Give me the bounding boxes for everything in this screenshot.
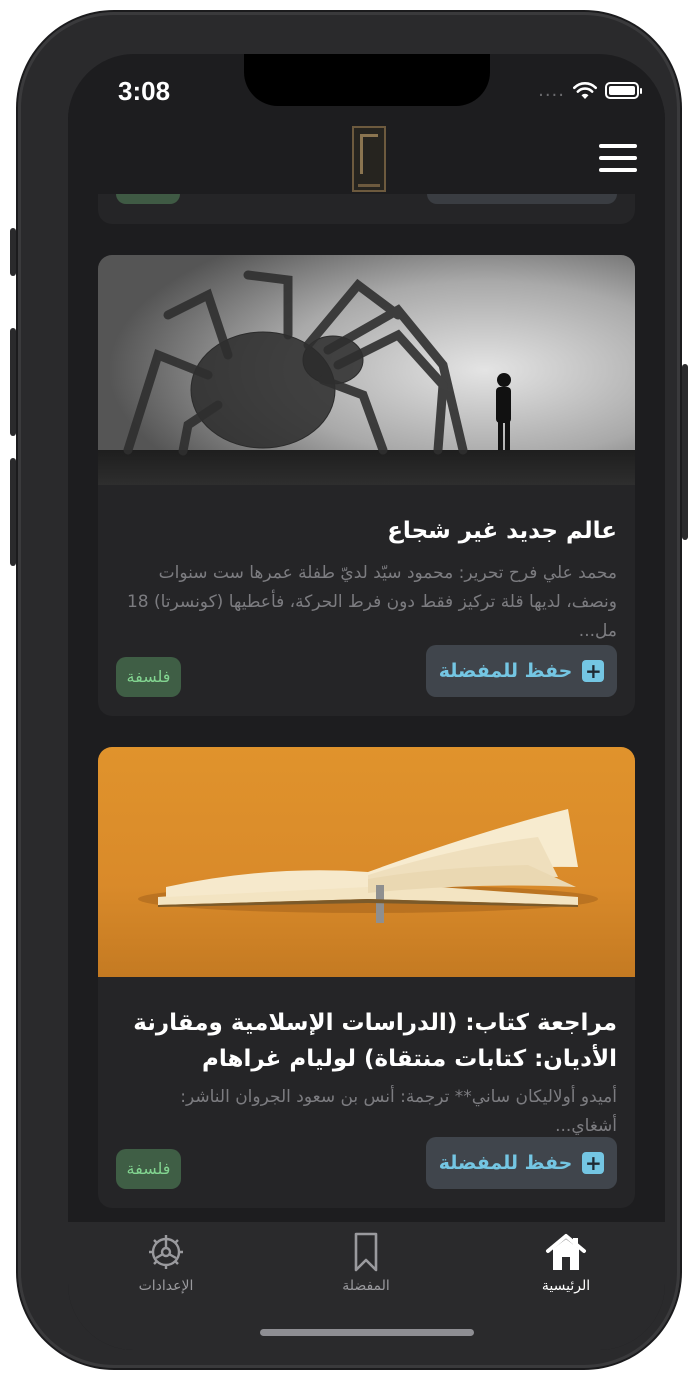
- article-excerpt: أميدو أولاليكان ساني** ترجمة: أنس بن سعو…: [180, 1087, 617, 1136]
- hamburger-menu-icon[interactable]: [599, 144, 637, 172]
- phone-frame: 3:08 .... عالم جديد غير شجاع محمد علي فر…: [10, 12, 688, 1368]
- article-card[interactable]: مراجعة كتاب: (الدراسات الإسلامية ومقارنة…: [98, 747, 635, 1208]
- save-favorite-label: حفظ للمفضلة: [438, 660, 573, 682]
- bookmark-icon: [354, 1232, 378, 1272]
- wifi-icon: [573, 81, 597, 99]
- notch: [244, 54, 490, 106]
- tab-settings-label: الإعدادات: [138, 1278, 194, 1294]
- save-favorite-button[interactable]: + حفظ للمفضلة: [426, 1137, 617, 1189]
- save-favorite-label: حفظ للمفضلة: [438, 1152, 573, 1174]
- article-image[interactable]: [98, 255, 635, 485]
- status-time: 3:08: [118, 76, 171, 106]
- plus-icon: +: [582, 660, 605, 682]
- power-button: [682, 364, 688, 540]
- tab-home-label: الرئيسية: [541, 1278, 591, 1294]
- article-feed[interactable]: عالم جديد غير شجاع محمد علي فرح تحرير: م…: [68, 194, 665, 1224]
- cellular-signal-icon: ....: [538, 80, 565, 101]
- status-icons: ....: [538, 80, 642, 101]
- volume-down-button: [10, 458, 16, 566]
- gear-icon: [149, 1235, 183, 1269]
- article-excerpt: محمد علي فرح تحرير: محمود سيّد لديّ طفلة…: [126, 563, 617, 641]
- app-logo[interactable]: [352, 126, 386, 192]
- article-card[interactable]: عالم جديد غير شجاع محمد علي فرح تحرير: م…: [98, 255, 635, 716]
- tab-favorites-label: المفضلة: [342, 1278, 390, 1294]
- open-book-photo: [98, 747, 635, 977]
- screen: 3:08 .... عالم جديد غير شجاع محمد علي فر…: [68, 54, 665, 1350]
- article-body: عالم جديد غير شجاع محمد علي فرح تحرير: م…: [98, 513, 635, 646]
- plus-icon: +: [582, 1152, 605, 1174]
- category-tag[interactable]: فلسفة: [116, 1149, 181, 1189]
- home-icon: [546, 1234, 586, 1270]
- tab-favorites[interactable]: المفضلة: [306, 1230, 426, 1294]
- battery-icon: [605, 82, 642, 99]
- spider-silhouette-illustration: [98, 255, 635, 485]
- previous-article-card: [98, 194, 635, 224]
- category-tag[interactable]: فلسفة: [116, 657, 181, 697]
- article-body: مراجعة كتاب: (الدراسات الإسلامية ومقارنة…: [98, 1005, 635, 1141]
- home-indicator[interactable]: [260, 1329, 474, 1336]
- tab-home[interactable]: الرئيسية: [506, 1230, 626, 1294]
- tab-settings[interactable]: الإعدادات: [106, 1230, 226, 1294]
- volume-up-button: [10, 328, 16, 436]
- article-image[interactable]: [98, 747, 635, 977]
- app-header: [68, 106, 665, 194]
- article-title[interactable]: مراجعة كتاب: (الدراسات الإسلامية ومقارنة…: [116, 1005, 617, 1077]
- article-title[interactable]: عالم جديد غير شجاع: [116, 513, 617, 549]
- save-favorite-button[interactable]: + حفظ للمفضلة: [426, 645, 617, 697]
- mute-switch: [10, 228, 16, 276]
